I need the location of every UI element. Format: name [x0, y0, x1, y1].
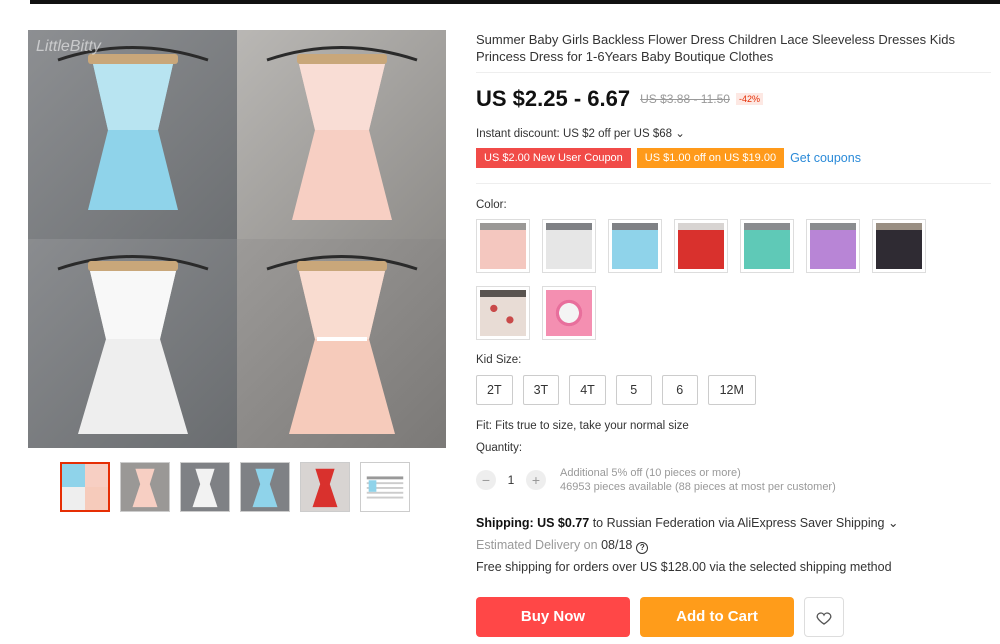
current-price: US $2.25 - 6.67	[476, 86, 631, 111]
thumbnail-collage[interactable]	[60, 462, 110, 512]
discount-badge: -42%	[735, 93, 763, 105]
color-options	[476, 219, 946, 340]
quantity-stepper: − 1 + Additional 5% off (10 pieces or mo…	[476, 466, 836, 494]
size-option-6[interactable]: 6	[661, 375, 698, 405]
estimated-delivery: Estimated Delivery on 08/18?	[476, 538, 649, 554]
original-price: US $3.88 - 11.50	[640, 92, 730, 106]
size-options: 2T 3T 4T 5 6 12M	[476, 375, 756, 405]
fit-note: Fit: Fits true to size, take your normal…	[476, 420, 689, 432]
shipping-selector[interactable]: Shipping: US $0.77 to Russian Federation…	[476, 515, 898, 530]
coupons-row: US $2.00 New User Coupon US $1.00 off on…	[476, 148, 861, 168]
color-swatch-blue[interactable]	[608, 219, 662, 273]
divider	[476, 72, 991, 73]
delivery-label: Estimated Delivery on	[476, 538, 602, 552]
wishlist-button[interactable]	[804, 597, 844, 637]
stock-availability: 46953 pieces available (88 pieces at mos…	[560, 481, 836, 493]
thumbnail-size-chart[interactable]	[360, 462, 410, 512]
quantity-minus-button[interactable]: −	[476, 470, 496, 490]
product-title: Summer Baby Girls Backless Flower Dress …	[476, 32, 955, 64]
bulk-discount-note: Additional 5% off (10 pieces or more)	[560, 467, 741, 479]
shipping-destination: to Russian Federation via AliExpress Sav…	[589, 516, 899, 530]
thumbnail-blue-dress[interactable]	[240, 462, 290, 512]
color-swatch-black[interactable]	[872, 219, 926, 273]
color-swatch-purple[interactable]	[806, 219, 860, 273]
purchase-actions: Buy Now Add to Cart	[476, 597, 844, 637]
color-swatch-pink[interactable]	[476, 219, 530, 273]
shipping-cost: Shipping: US $0.77	[476, 516, 590, 530]
color-label: Color:	[476, 199, 507, 211]
new-user-coupon[interactable]: US $2.00 New User Coupon	[476, 148, 631, 168]
thumbnail-strip	[60, 462, 410, 514]
color-swatch-white[interactable]	[542, 219, 596, 273]
color-swatch-red[interactable]	[674, 219, 728, 273]
thumbnail-pink-dress[interactable]	[120, 462, 170, 512]
price-row: US $2.25 - 6.67 US $3.88 - 11.50 -42%	[476, 86, 763, 112]
kid-size-label: Kid Size:	[476, 354, 522, 366]
white-dress-photo	[28, 239, 237, 448]
thumbnail-red-dress[interactable]	[300, 462, 350, 512]
divider	[476, 183, 991, 184]
watermark-logo: LittleBitty	[36, 38, 101, 55]
quantity-label: Quantity:	[476, 442, 523, 454]
quantity-plus-button[interactable]: +	[526, 470, 546, 490]
size-option-4t[interactable]: 4T	[569, 375, 606, 405]
heart-icon	[816, 612, 832, 625]
color-swatch-floral[interactable]	[476, 286, 530, 340]
get-coupons-link[interactable]: Get coupons	[790, 151, 861, 165]
blue-dress-photo: LittleBitty	[28, 30, 237, 239]
top-bar	[30, 0, 1000, 4]
instant-discount-toggle[interactable]: Instant discount: US $2 off per US $68 ⌄	[476, 126, 685, 140]
quantity-info: Additional 5% off (10 pieces or more) 46…	[560, 466, 836, 494]
main-product-image[interactable]: LittleBitty	[28, 30, 446, 448]
quantity-value[interactable]: 1	[496, 473, 526, 487]
peach-dress-photo	[237, 239, 446, 448]
store-coupon[interactable]: US $1.00 off on US $19.00	[636, 148, 785, 168]
size-option-12m[interactable]: 12M	[707, 375, 756, 405]
size-option-5[interactable]: 5	[615, 375, 652, 405]
size-option-3t[interactable]: 3T	[522, 375, 560, 405]
pink-dress-photo	[237, 30, 446, 239]
size-option-2t[interactable]: 2T	[476, 375, 513, 405]
buy-now-button[interactable]: Buy Now	[476, 597, 630, 637]
add-to-cart-button[interactable]: Add to Cart	[640, 597, 794, 637]
color-swatch-teal[interactable]	[740, 219, 794, 273]
thumbnail-white-dress[interactable]	[180, 462, 230, 512]
delivery-date: 08/18	[601, 538, 633, 552]
color-swatch-headband[interactable]	[542, 286, 596, 340]
help-icon[interactable]: ?	[636, 542, 649, 554]
free-shipping-note: Free shipping for orders over US $128.00…	[476, 560, 892, 574]
